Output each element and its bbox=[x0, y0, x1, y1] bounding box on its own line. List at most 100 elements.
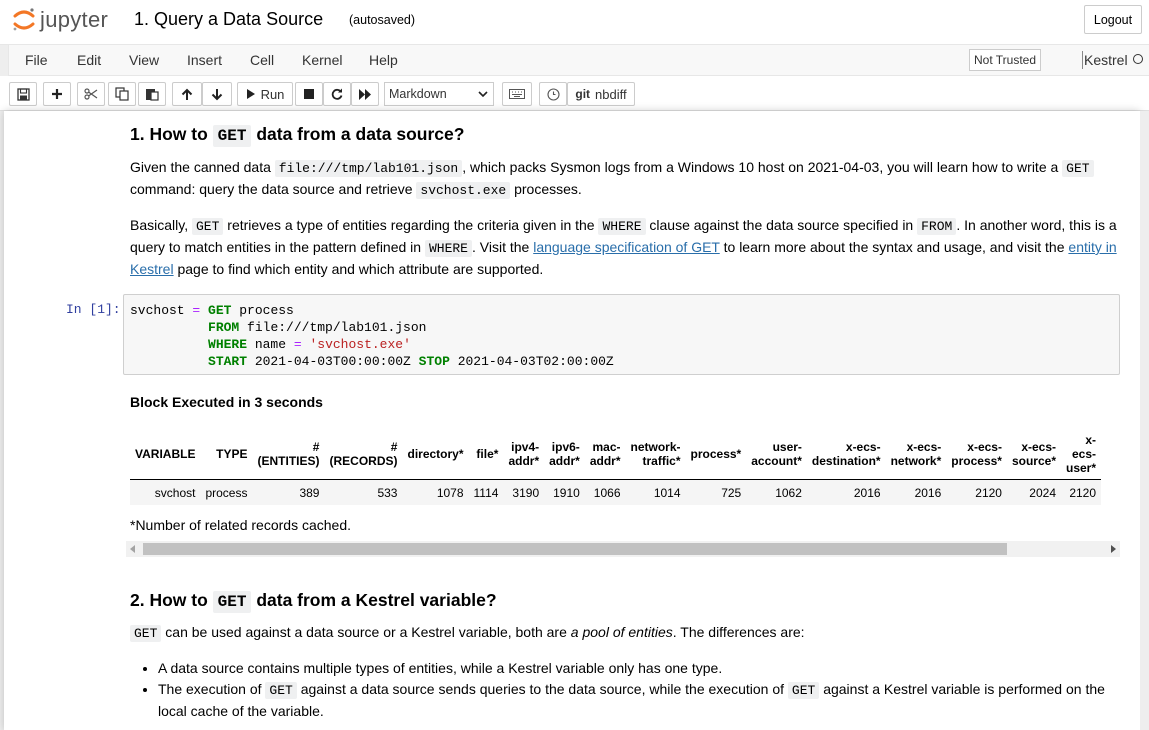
save-icon bbox=[16, 87, 30, 101]
menu-edit[interactable]: Edit bbox=[77, 52, 101, 68]
table-header-text: network* bbox=[890, 454, 942, 468]
menu-file[interactable]: File bbox=[25, 52, 48, 68]
inline-code: GET bbox=[1062, 160, 1094, 177]
code-line-1: svchost = GET process bbox=[130, 303, 294, 318]
list-item: A data source contains multiple types of… bbox=[158, 658, 1120, 679]
move-cell-up-button[interactable] bbox=[172, 82, 202, 106]
move-cell-down-button[interactable] bbox=[202, 82, 232, 106]
jupyter-logo[interactable]: jupyter bbox=[12, 7, 108, 33]
menu-kernel[interactable]: Kernel bbox=[302, 52, 342, 68]
run-icon bbox=[246, 89, 255, 99]
git-history-button[interactable] bbox=[539, 82, 567, 106]
table-column-header: ipv6- addr* bbox=[544, 429, 585, 480]
output-table-container: VARIABLE TYPE # (ENTITIES) # (RECORDS) directo… bbox=[130, 429, 1120, 505]
horizontal-scrollbar[interactable] bbox=[126, 541, 1120, 557]
menu-view[interactable]: View bbox=[129, 52, 159, 68]
table-header-text: x-ecs- bbox=[1021, 440, 1056, 454]
table-cell: 1114 bbox=[468, 479, 504, 505]
table-header-text: addr* bbox=[549, 454, 580, 468]
markdown-cell-section2-heading[interactable]: 2. How to GET data from a Kestrel variab… bbox=[130, 590, 1120, 613]
menu-help[interactable]: Help bbox=[369, 52, 398, 68]
restart-kernel-button[interactable] bbox=[323, 82, 351, 106]
cut-button[interactable] bbox=[77, 82, 105, 106]
differences-list: A data source contains multiple types of… bbox=[130, 658, 1120, 722]
markdown-cell-section1-heading[interactable]: 1. How to GET data from a data source? bbox=[130, 124, 1120, 147]
restart-icon bbox=[331, 88, 343, 100]
section1-heading: 1. How to GET data from a data source? bbox=[130, 124, 465, 147]
kernel-idle-icon bbox=[1133, 54, 1143, 64]
kernel-separator bbox=[1082, 51, 1083, 69]
table-header-text: ipv4- bbox=[511, 440, 540, 454]
table-header-text: traffic* bbox=[642, 454, 681, 468]
inline-code: GET bbox=[212, 125, 252, 147]
table-header-text: addr* bbox=[589, 454, 621, 468]
notebook-header: jupyter 1. Query a Data Source (autosave… bbox=[0, 0, 1149, 45]
jupyter-logo-text: jupyter bbox=[40, 7, 109, 32]
table-column-header: x-ecs-network* bbox=[885, 429, 947, 480]
table-column-header: process* bbox=[685, 429, 747, 480]
command-palette-button[interactable] bbox=[502, 82, 532, 106]
table-header-text: (ENTITIES) bbox=[257, 454, 320, 468]
inline-code: file:///tmp/lab101.json bbox=[274, 160, 463, 177]
vertical-scrollbar[interactable] bbox=[1140, 111, 1149, 730]
table-header-text: directory* bbox=[407, 447, 464, 461]
restart-run-all-button[interactable] bbox=[351, 82, 379, 106]
table-column-header: mac-addr* bbox=[584, 429, 626, 480]
table-header-text: # bbox=[312, 440, 320, 454]
inline-code: GET bbox=[265, 682, 297, 699]
kernel-name[interactable]: Kestrel bbox=[1084, 52, 1128, 68]
code-line-2: FROM file:///tmp/lab101.json bbox=[208, 320, 427, 335]
copy-button[interactable] bbox=[108, 82, 136, 106]
output-table-header: VARIABLE TYPE # (ENTITIES) # (RECORDS) directo… bbox=[130, 429, 1102, 480]
cell-type-select[interactable]: Markdown bbox=[384, 82, 494, 106]
table-header-text: x- bbox=[1085, 433, 1097, 447]
table-cell: 2120 bbox=[946, 479, 1007, 505]
list-item: The execution of GET against a data sour… bbox=[158, 679, 1120, 722]
output-title: Block Executed in 3 seconds bbox=[130, 394, 323, 410]
section2-heading: 2. How to GET data from a Kestrel variab… bbox=[130, 590, 497, 613]
table-cell: 1078 bbox=[402, 479, 469, 505]
add-icon bbox=[52, 89, 62, 99]
git-icon: git bbox=[575, 87, 591, 101]
table-header-text: ipv6- bbox=[551, 440, 580, 454]
nbdiff-label: nbdiff bbox=[595, 86, 627, 102]
run-button[interactable]: Run bbox=[237, 82, 293, 106]
table-cell: 1062 bbox=[746, 479, 807, 505]
table-header-text: process* bbox=[951, 454, 1002, 468]
scroll-left-icon[interactable] bbox=[130, 545, 136, 553]
paste-icon bbox=[146, 89, 159, 101]
get-spec-link[interactable]: language specification of GET bbox=[533, 239, 720, 255]
table-cell: 1910 bbox=[544, 479, 585, 505]
logout-button[interactable]: Logout bbox=[1084, 5, 1142, 34]
section1-paragraph2: Basically, GET retrieves a type of entit… bbox=[130, 217, 1117, 277]
toolbar: Run Markdown git nbdiff bbox=[0, 76, 1149, 111]
scroll-right-icon[interactable] bbox=[1110, 545, 1116, 553]
jupyter-logo-icon bbox=[13, 8, 35, 31]
table-cell: 1014 bbox=[625, 479, 686, 505]
table-cell: 725 bbox=[685, 479, 747, 505]
table-header-text: x-ecs- bbox=[845, 440, 881, 454]
table-header-text: TYPE bbox=[216, 447, 248, 461]
paste-button[interactable] bbox=[138, 82, 166, 106]
nbdiff-button[interactable]: git nbdiff bbox=[567, 82, 635, 106]
notebook-title[interactable]: 1. Query a Data Source bbox=[134, 9, 323, 30]
table-column-header: x-ecs-destination* bbox=[806, 429, 886, 480]
inline-code: GET bbox=[212, 591, 252, 613]
markdown-cell-section2-body[interactable]: GET can be used against a data source or… bbox=[130, 622, 1120, 722]
markdown-cell-section1-intro[interactable]: Given the canned data file:///tmp/lab101… bbox=[130, 157, 1120, 280]
table-header-text: ecs- bbox=[1072, 447, 1097, 461]
insert-cell-button[interactable] bbox=[43, 82, 71, 106]
not-trusted-indicator[interactable]: Not Trusted bbox=[969, 49, 1041, 71]
menu-insert[interactable]: Insert bbox=[187, 52, 222, 68]
scrollbar-thumb[interactable] bbox=[143, 543, 1007, 555]
save-button[interactable] bbox=[9, 82, 37, 106]
notebook-page[interactable]: 1. How to GET data from a data source? G… bbox=[4, 111, 1140, 730]
table-header-text: mac- bbox=[592, 440, 621, 454]
table-cell: 3190 bbox=[503, 479, 545, 505]
menu-cell[interactable]: Cell bbox=[250, 52, 274, 68]
table-header-text: user- bbox=[772, 440, 802, 454]
code-editor[interactable]: svchost = GET process FROM file:///tmp/l… bbox=[123, 294, 1120, 375]
interrupt-button[interactable] bbox=[295, 82, 323, 106]
table-column-header: x-ecs-source* bbox=[1006, 429, 1061, 480]
table-column-header: x-ecs-process* bbox=[946, 429, 1007, 480]
